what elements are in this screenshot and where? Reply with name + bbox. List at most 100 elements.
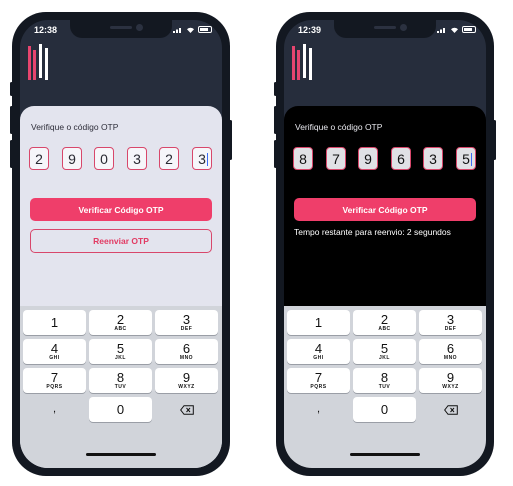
key-9[interactable]: 9 WXYZ xyxy=(155,368,218,393)
volume-down-button xyxy=(274,140,277,168)
key-letters: GHI xyxy=(313,355,324,361)
text-cursor xyxy=(471,153,472,166)
numeric-keyboard: 1 2 ABC 3 DEF 4 GHI 5 JKL 6 MNO 7 PQRS 8 TUV 9W… xyxy=(20,306,222,468)
status-icons xyxy=(437,26,476,33)
battery-icon xyxy=(198,26,212,33)
key-number: 9 xyxy=(182,370,191,385)
key-letters: DEF xyxy=(180,326,193,332)
key-backspace[interactable] xyxy=(419,397,482,422)
resend-otp-button[interactable]: Reenviar OTP xyxy=(30,229,212,253)
otp-digit-1[interactable]: 8 xyxy=(293,147,313,170)
otp-digit-3[interactable]: 9 xyxy=(358,147,378,170)
key-5[interactable]: 5 JKL xyxy=(353,339,416,364)
otp-digit-2[interactable]: 7 xyxy=(326,147,346,170)
status-icons xyxy=(173,26,212,33)
home-indicator[interactable] xyxy=(86,453,156,456)
key-7[interactable]: 7 PQRS xyxy=(23,368,86,393)
key-letters: GHI xyxy=(49,355,60,361)
key-letters: WXYZ xyxy=(178,384,195,390)
key-letters: TUV xyxy=(114,384,127,390)
otp-digit-6-value: 5 xyxy=(462,150,470,167)
signal-icon xyxy=(437,28,445,33)
key-number: 4 xyxy=(50,341,59,356)
otp-digit-6[interactable]: 3 xyxy=(192,147,212,170)
key-9[interactable]: 9 WXYZ xyxy=(419,368,482,393)
resend-countdown: Tempo restante para reenvio: 2 segundos xyxy=(294,227,451,237)
key-4[interactable]: 4 GHI xyxy=(287,339,350,364)
wifi-icon xyxy=(451,27,458,33)
battery-icon xyxy=(462,26,476,33)
key-letters: TUV xyxy=(378,384,391,390)
key-0[interactable]: 0 xyxy=(353,397,416,422)
otp-digit-4[interactable]: 3 xyxy=(127,147,147,170)
otp-input-group: 8 7 9 6 3 5 xyxy=(293,147,477,170)
key-4[interactable]: 4 GHI xyxy=(23,339,86,364)
phone-light: 12:38 Verifique o código OTP 2 9 0 3 2 3… xyxy=(10,12,232,476)
backspace-icon xyxy=(443,405,458,415)
key-comma[interactable]: , xyxy=(23,403,86,428)
verify-otp-button[interactable]: Verificar Código OTP xyxy=(30,198,212,221)
key-6[interactable]: 6 MNO xyxy=(155,339,218,364)
volume-up-button xyxy=(274,106,277,134)
key-number: 5 xyxy=(116,341,125,356)
otp-input-group: 2 9 0 3 2 3 xyxy=(29,147,213,170)
key-1[interactable]: 1 xyxy=(23,310,86,335)
text-cursor xyxy=(207,153,208,166)
key-letters: MNO xyxy=(179,355,194,361)
power-button xyxy=(229,120,232,160)
otp-title: Verifique o código OTP xyxy=(31,122,119,132)
status-bar: 12:38 xyxy=(20,20,222,40)
key-letters: JKL xyxy=(115,355,126,361)
notch xyxy=(70,20,172,38)
key-number: 1 xyxy=(50,315,59,330)
key-number: 3 xyxy=(182,312,191,327)
power-button xyxy=(493,120,496,160)
screen: 12:39 Verifique o código OTP 8 7 9 6 3 5… xyxy=(284,20,486,468)
key-number: 2 xyxy=(380,312,389,327)
key-7[interactable]: 7 PQRS xyxy=(287,368,350,393)
key-number: 7 xyxy=(314,370,323,385)
otp-digit-5[interactable]: 2 xyxy=(159,147,179,170)
key-backspace[interactable] xyxy=(155,397,218,422)
key-3[interactable]: 3 DEF xyxy=(419,310,482,335)
key-2[interactable]: 2 ABC xyxy=(89,310,152,335)
key-1[interactable]: 1 xyxy=(287,310,350,335)
backspace-icon xyxy=(179,405,194,415)
app-logo xyxy=(292,44,312,80)
key-5[interactable]: 5 JKL xyxy=(89,339,152,364)
key-8[interactable]: 8 TUV xyxy=(353,368,416,393)
key-number: 8 xyxy=(116,370,125,385)
verify-otp-button[interactable]: Verificar Código OTP xyxy=(294,198,476,221)
mute-switch xyxy=(274,82,277,96)
key-number: 5 xyxy=(380,341,389,356)
key-letters: JKL xyxy=(379,355,390,361)
otp-digit-6-value: 3 xyxy=(198,150,206,167)
key-number: 9 xyxy=(446,370,455,385)
otp-digit-3[interactable]: 0 xyxy=(94,147,114,170)
volume-down-button xyxy=(10,140,13,168)
otp-title: Verifique o código OTP xyxy=(295,122,383,132)
home-indicator[interactable] xyxy=(350,453,420,456)
phone-dark: 12:39 Verifique o código OTP 8 7 9 6 3 5… xyxy=(274,12,496,476)
signal-icon xyxy=(173,28,181,33)
key-3[interactable]: 3 DEF xyxy=(155,310,218,335)
key-number: 1 xyxy=(314,315,323,330)
otp-digit-4[interactable]: 6 xyxy=(391,147,411,170)
key-letters: ABC xyxy=(114,326,127,332)
key-comma[interactable]: , xyxy=(287,403,350,428)
key-0[interactable]: 0 xyxy=(89,397,152,422)
otp-digit-1[interactable]: 2 xyxy=(29,147,49,170)
status-time: 12:39 xyxy=(298,25,322,35)
status-time: 12:38 xyxy=(34,25,58,35)
app-logo xyxy=(28,44,48,80)
key-letters: MNO xyxy=(443,355,458,361)
key-8[interactable]: 8 TUV xyxy=(89,368,152,393)
key-letters: WXYZ xyxy=(442,384,459,390)
otp-digit-5[interactable]: 3 xyxy=(423,147,443,170)
mockup-stage: 12:38 Verifique o código OTP 2 9 0 3 2 3… xyxy=(0,0,513,486)
otp-digit-2[interactable]: 9 xyxy=(62,147,82,170)
key-2[interactable]: 2 ABC xyxy=(353,310,416,335)
key-6[interactable]: 6 MNO xyxy=(419,339,482,364)
key-letters: PQRS xyxy=(310,384,327,390)
otp-digit-6[interactable]: 5 xyxy=(456,147,476,170)
